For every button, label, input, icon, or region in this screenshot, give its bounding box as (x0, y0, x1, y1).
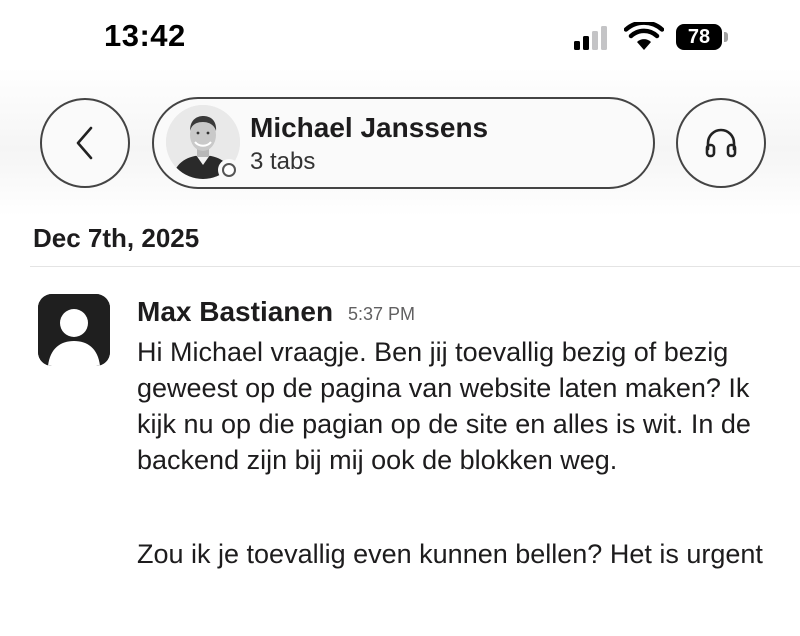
conversation-header-pill[interactable]: Michael Janssens 3 tabs (152, 97, 655, 189)
date-divider-label: Dec 7th, 2025 (33, 223, 200, 253)
contact-name: Michael Janssens (250, 112, 489, 143)
battery-icon: 78 (676, 24, 730, 50)
battery-level: 78 (676, 24, 722, 50)
back-button[interactable] (40, 98, 130, 188)
divider (30, 266, 800, 267)
presence-status-icon (218, 159, 240, 181)
default-user-icon (38, 294, 110, 366)
wifi-icon (623, 20, 665, 52)
message-sender-name[interactable]: Max Bastianen (137, 296, 333, 328)
message-timestamp: 5:37 PM (348, 304, 416, 324)
sender-avatar[interactable] (38, 294, 110, 366)
cellular-signal-icon (574, 26, 614, 50)
chevron-left-icon (76, 126, 93, 160)
contact-tabs-count: 3 tabs (250, 148, 316, 175)
message-text: Hi Michael vraagje. Ben jij toevallig be… (137, 337, 751, 475)
message-text: Zou ik je toevallig even kunnen bellen? … (137, 539, 763, 569)
headphones-icon (705, 128, 737, 158)
status-time: 13:42 (104, 18, 186, 53)
huddle-button[interactable] (676, 98, 766, 188)
